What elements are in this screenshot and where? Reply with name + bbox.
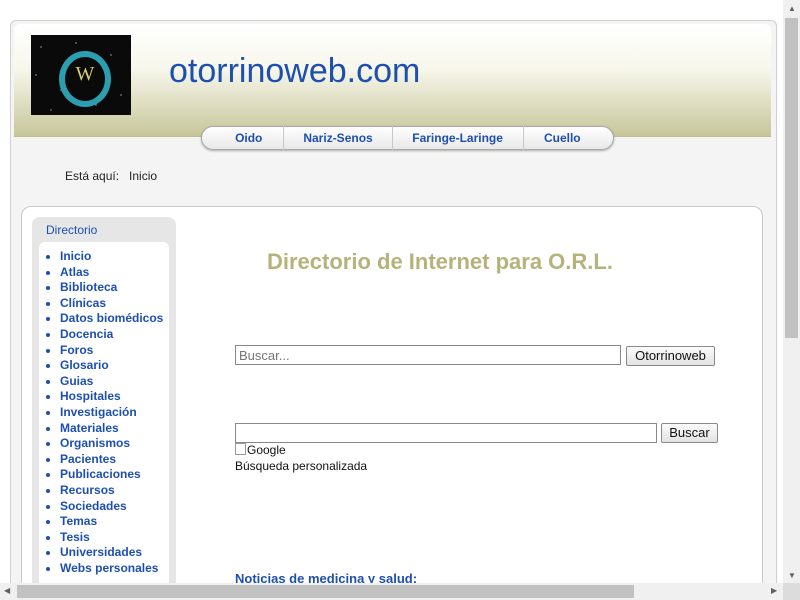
- page-title: Directorio de Internet para O.R.L.: [267, 249, 613, 274]
- sidebar-item-inicio[interactable]: Inicio: [60, 249, 163, 265]
- site-search-input[interactable]: [235, 345, 621, 365]
- personalized-search-caption: Búsqueda personalizada: [235, 459, 368, 473]
- sidebar-item-temas[interactable]: Temas: [60, 514, 163, 530]
- horizontal-scrollbar[interactable]: ◀ ▶: [0, 583, 783, 600]
- nav-item-faringe-laringe[interactable]: Faringe-Laringe: [393, 126, 524, 150]
- sidebar-item-guias[interactable]: Guias: [60, 374, 163, 390]
- sidebar-item-atlas[interactable]: Atlas: [60, 265, 163, 281]
- sidebar-item-recursos[interactable]: Recursos: [60, 483, 163, 499]
- sidebar-item-glosario[interactable]: Glosario: [60, 358, 163, 374]
- sidebar-title: Directorio: [46, 223, 98, 237]
- nav-item-nariz-senos[interactable]: Nariz-Senos: [284, 126, 393, 150]
- vertical-scrollbar[interactable]: ▲ ▼: [783, 0, 800, 583]
- sidebar-item-sociedades[interactable]: Sociedades: [60, 499, 163, 515]
- google-search-input[interactable]: [235, 423, 657, 443]
- site-search-button[interactable]: Otorrinoweb: [626, 346, 715, 366]
- sidebar-item-datos-biomedicos[interactable]: Datos biomédicos: [60, 311, 163, 327]
- breadcrumb-prefix: Está aquí:: [65, 169, 120, 183]
- google-logo-alt: Google: [247, 443, 286, 457]
- sidebar-list: Inicio Atlas Biblioteca Clínicas Datos b…: [40, 249, 163, 576]
- site-header: W otorrinoweb.com: [14, 24, 771, 137]
- sidebar-item-universidades[interactable]: Universidades: [60, 545, 163, 561]
- sidebar: Directorio Inicio Atlas Biblioteca Clíni…: [32, 217, 176, 591]
- page-container: W otorrinoweb.com Oido Nariz-Senos Farin…: [10, 20, 777, 592]
- sidebar-item-foros[interactable]: Foros: [60, 343, 163, 359]
- scroll-right-icon[interactable]: ▶: [771, 586, 777, 595]
- sidebar-item-clinicas[interactable]: Clínicas: [60, 296, 163, 312]
- sidebar-item-tesis[interactable]: Tesis: [60, 530, 163, 546]
- breadcrumb: Está aquí: Inicio: [65, 169, 157, 183]
- site-logo[interactable]: W: [31, 35, 131, 115]
- sidebar-item-webs-personales[interactable]: Webs personales: [60, 561, 163, 577]
- scroll-up-icon[interactable]: ▲: [788, 4, 796, 13]
- sidebar-item-biblioteca[interactable]: Biblioteca: [60, 280, 163, 296]
- site-title[interactable]: otorrinoweb.com: [169, 52, 420, 91]
- sidebar-item-pacientes[interactable]: Pacientes: [60, 452, 163, 468]
- vertical-scroll-thumb[interactable]: [785, 18, 798, 338]
- breadcrumb-current: Inicio: [129, 169, 158, 183]
- logo-letter: W: [75, 63, 95, 85]
- sidebar-item-hospitales[interactable]: Hospitales: [60, 389, 163, 405]
- content-box: Directorio Inicio Atlas Biblioteca Clíni…: [21, 206, 763, 591]
- scroll-down-icon[interactable]: ▼: [788, 571, 796, 580]
- top-nav: Oido Nariz-Senos Faringe-Laringe Cuello: [201, 126, 614, 150]
- nav-item-oido[interactable]: Oido: [214, 126, 285, 150]
- google-logo-image: Google: [235, 443, 286, 457]
- scrollbar-corner: [783, 583, 800, 600]
- sidebar-item-publicaciones[interactable]: Publicaciones: [60, 467, 163, 483]
- horizontal-scroll-thumb[interactable]: [17, 585, 634, 598]
- sidebar-item-materiales[interactable]: Materiales: [60, 421, 163, 437]
- sidebar-item-organismos[interactable]: Organismos: [60, 436, 163, 452]
- scroll-left-icon[interactable]: ◀: [4, 586, 10, 595]
- google-search-button[interactable]: Buscar: [661, 423, 718, 443]
- sidebar-item-investigacion[interactable]: Investigación: [60, 405, 163, 421]
- nav-item-cuello[interactable]: Cuello: [524, 126, 601, 150]
- broken-image-icon: [235, 443, 246, 455]
- sidebar-item-docencia[interactable]: Docencia: [60, 327, 163, 343]
